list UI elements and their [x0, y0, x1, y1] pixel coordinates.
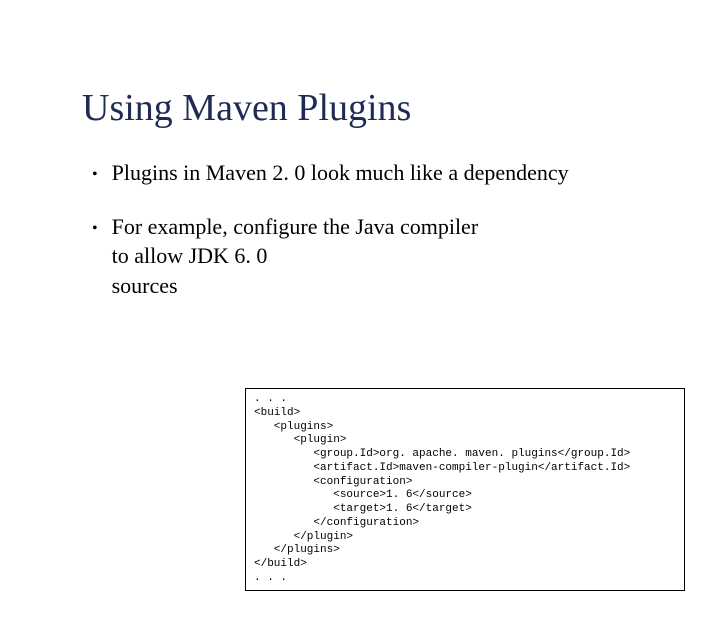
- bullet-2-text: For example, configure the Java compiler…: [112, 212, 479, 301]
- bullet-list: • Plugins in Maven 2. 0 look much like a…: [92, 158, 672, 301]
- bullet-1-text: Plugins in Maven 2. 0 look much like a d…: [112, 158, 569, 188]
- bullet-dot-icon: •: [92, 218, 98, 240]
- slide: Using Maven Plugins • Plugins in Maven 2…: [0, 86, 720, 301]
- bullet-dot-icon: •: [92, 164, 98, 186]
- bullet-item-1: • Plugins in Maven 2. 0 look much like a…: [92, 158, 672, 188]
- slide-title: Using Maven Plugins: [82, 86, 672, 130]
- bullet-item-2: • For example, configure the Java compil…: [92, 212, 672, 301]
- bullet-2-line1: For example, configure the Java compiler: [112, 214, 479, 239]
- bullet-2-rest: to allow JDK 6. 0 sources: [112, 241, 272, 300]
- code-example: . . . <build> <plugins> <plugin> <group.…: [245, 388, 685, 591]
